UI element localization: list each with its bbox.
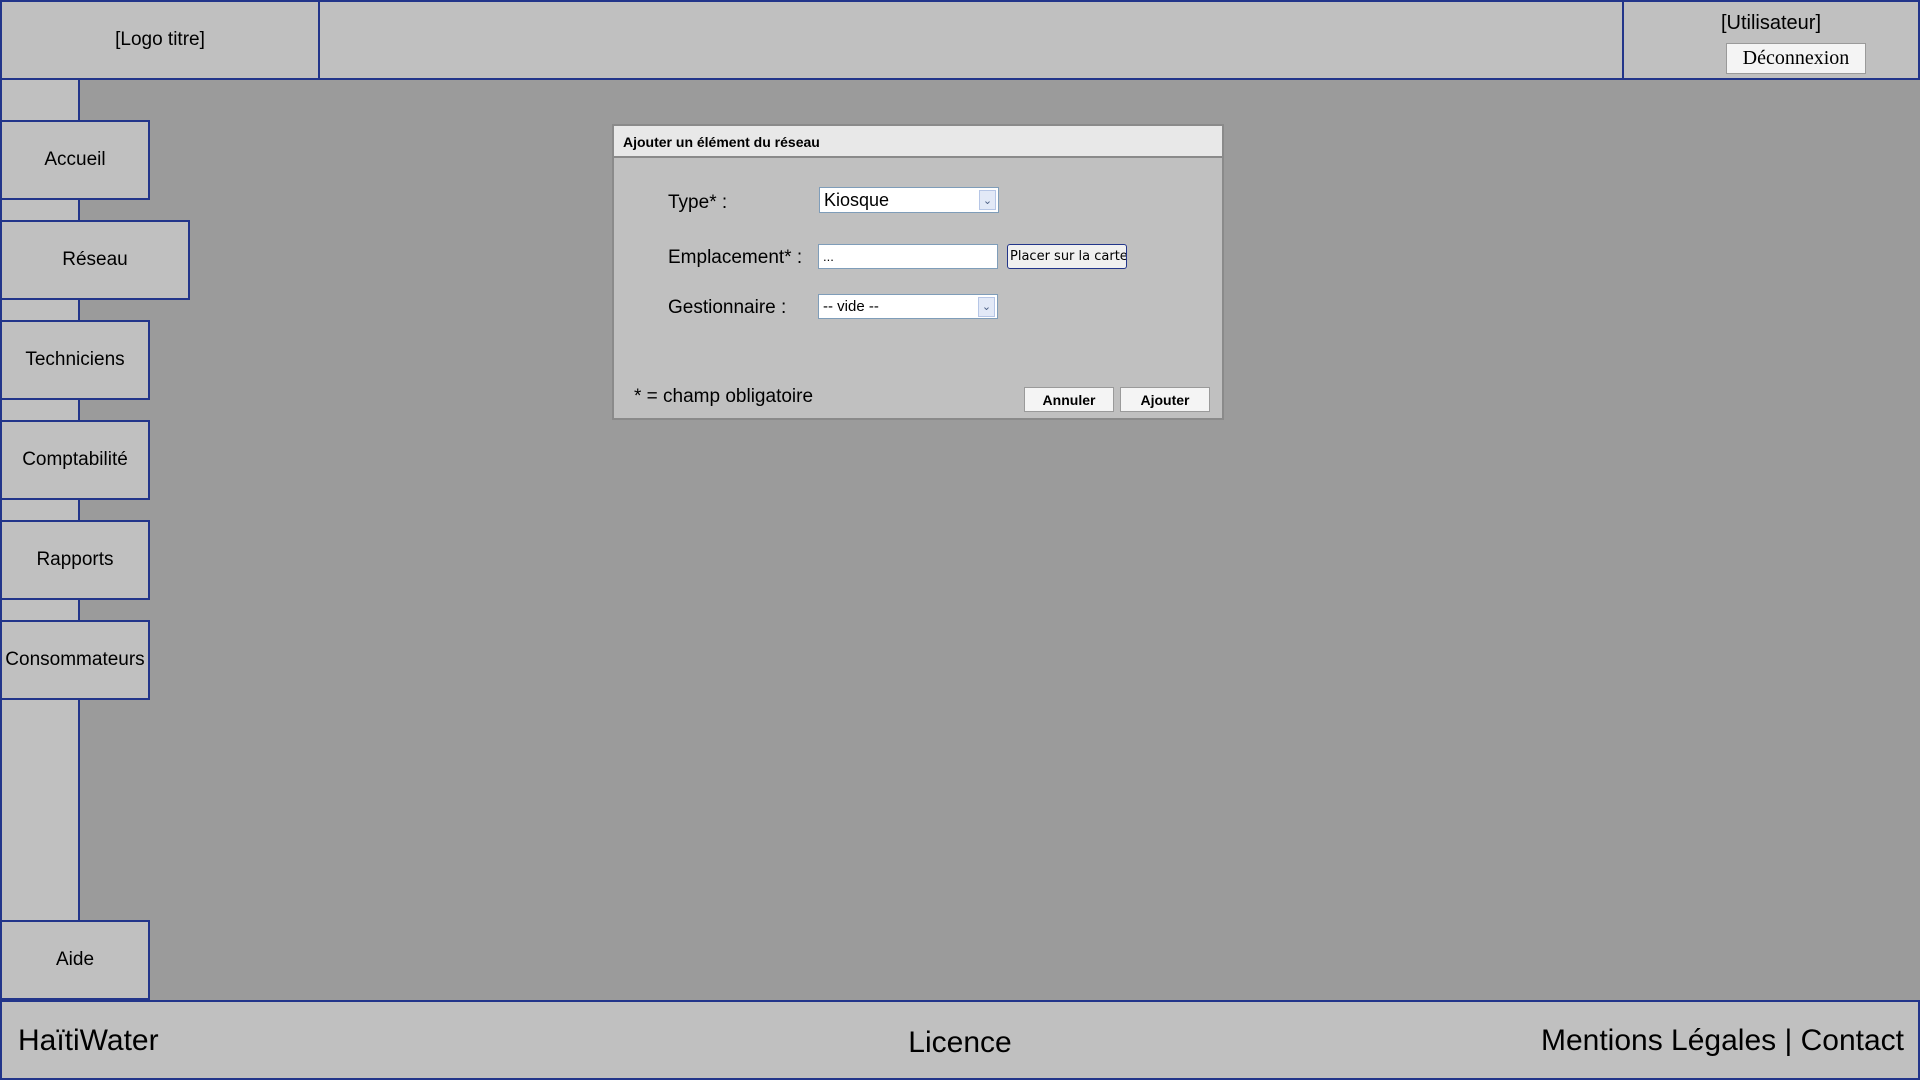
type-select-value: Kiosque bbox=[824, 189, 890, 210]
user-panel: [Utilisateur] Déconnexion bbox=[1622, 0, 1920, 80]
sidebar-item-accueil[interactable]: Accueil bbox=[0, 120, 150, 200]
footer: HaïtiWater Licence Mentions Légales | Co… bbox=[0, 1000, 1920, 1080]
sidebar-item-comptabilite[interactable]: Comptabilité bbox=[0, 420, 150, 500]
sidebar-item-rapports[interactable]: Rapports bbox=[0, 520, 150, 600]
manager-select[interactable]: -- vide -- ⌄ bbox=[818, 294, 998, 319]
place-on-map-button[interactable]: Placer sur la carte bbox=[1007, 244, 1127, 269]
manager-label: Gestionnaire : bbox=[668, 297, 787, 318]
sidebar-item-label: Réseau bbox=[62, 249, 128, 270]
required-field-note: * = champ obligatoire bbox=[634, 386, 814, 407]
sidebar-item-label: Consommateurs bbox=[5, 649, 145, 670]
sidebar-item-aide[interactable]: Aide bbox=[0, 920, 150, 1000]
location-input[interactable] bbox=[818, 244, 998, 269]
cancel-button[interactable]: Annuler bbox=[1024, 387, 1114, 412]
logo-text: [Logo titre] bbox=[115, 29, 205, 50]
user-name: [Utilisateur] bbox=[1720, 12, 1822, 34]
sidebar-item-techniciens[interactable]: Techniciens bbox=[0, 320, 150, 400]
footer-contact-link[interactable]: Contact bbox=[1801, 1024, 1904, 1057]
sidebar-item-label: Aide bbox=[55, 949, 95, 970]
logout-button[interactable]: Déconnexion bbox=[1726, 43, 1866, 74]
sidebar-item-label: Rapports bbox=[36, 549, 114, 570]
chevron-down-icon: ⌄ bbox=[979, 190, 996, 210]
dialog-title: Ajouter un élément du réseau bbox=[614, 126, 1222, 158]
sidebar-item-label: Techniciens bbox=[25, 349, 125, 370]
sidebar-item-consommateurs[interactable]: Consommateurs bbox=[0, 620, 150, 700]
type-label: Type* : bbox=[668, 192, 728, 213]
manager-select-value: -- vide -- bbox=[823, 298, 879, 315]
add-button[interactable]: Ajouter bbox=[1120, 387, 1210, 412]
footer-separator: | bbox=[1776, 1024, 1801, 1057]
footer-licence-link[interactable]: Licence bbox=[908, 1026, 1011, 1059]
type-select[interactable]: Kiosque ⌄ bbox=[819, 187, 999, 213]
header-bar bbox=[318, 0, 1624, 80]
location-label: Emplacement* : bbox=[668, 247, 803, 268]
logo-title: [Logo titre] bbox=[0, 0, 320, 80]
add-network-element-dialog: Ajouter un élément du réseau Type* : Kio… bbox=[612, 124, 1224, 420]
footer-legal-link[interactable]: Mentions Légales bbox=[1541, 1024, 1776, 1057]
chevron-down-icon: ⌄ bbox=[978, 296, 995, 317]
sidebar-item-label: Comptabilité bbox=[22, 449, 128, 470]
sidebar-item-reseau[interactable]: Réseau bbox=[0, 220, 190, 300]
footer-legal-links: Mentions Légales | Contact bbox=[1541, 1024, 1904, 1058]
sidebar-item-label: Accueil bbox=[44, 149, 106, 170]
